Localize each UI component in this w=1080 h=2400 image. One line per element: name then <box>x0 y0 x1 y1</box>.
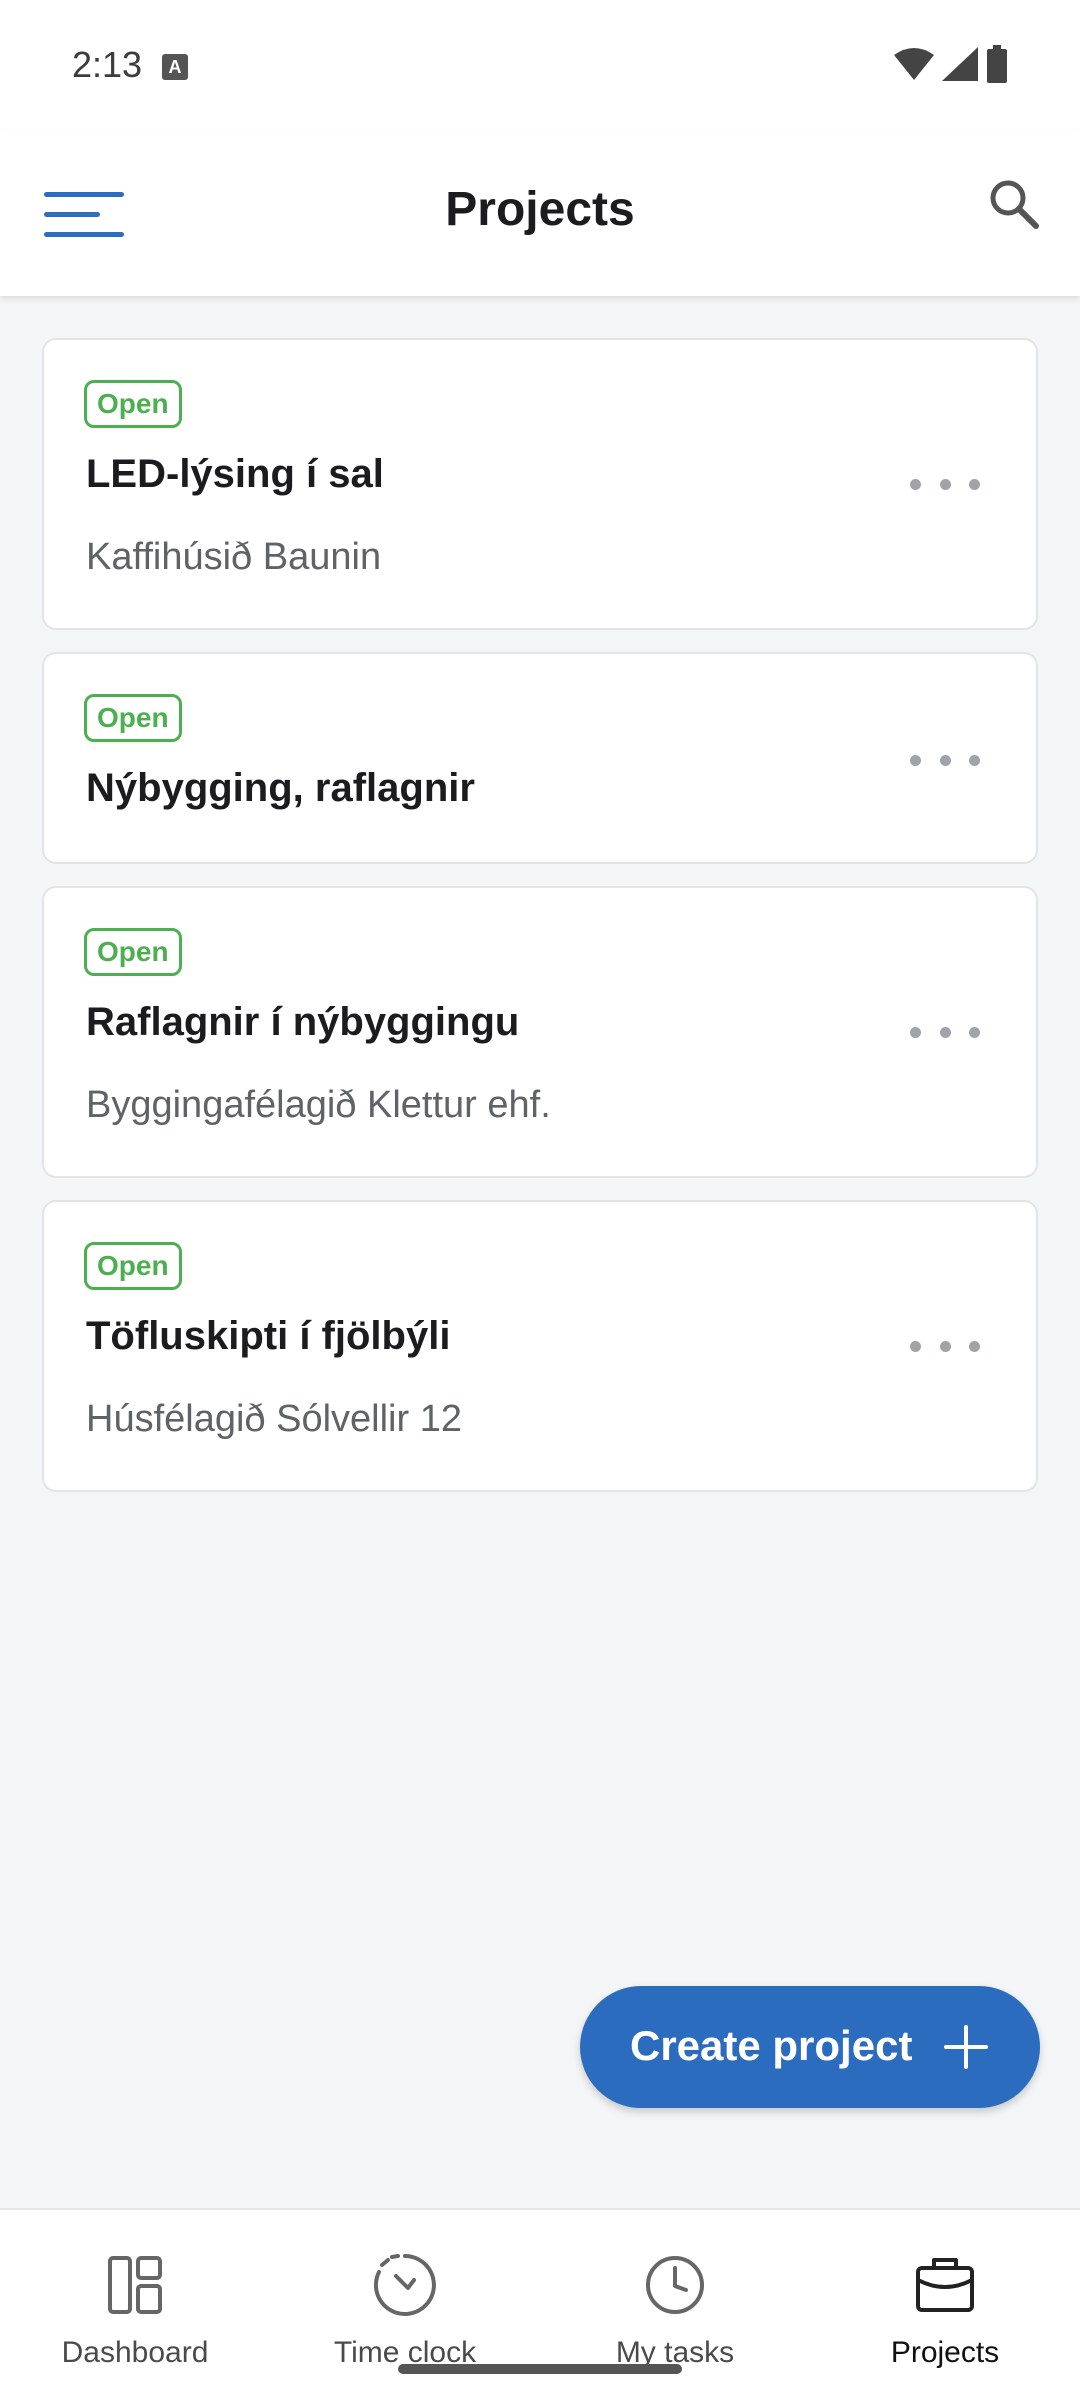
clock-icon <box>646 2256 704 2314</box>
briefcase-icon <box>916 2258 974 2312</box>
nav-dashboard[interactable]: Dashboard <box>0 2210 270 2400</box>
more-options-icon[interactable] <box>910 464 980 504</box>
a-icon: A <box>162 54 188 80</box>
plus-icon <box>944 2025 988 2069</box>
status-badge: Open <box>84 928 182 976</box>
project-card[interactable]: Open Nýbygging, raflagnir <box>42 652 1038 864</box>
more-options-icon[interactable] <box>910 1326 980 1366</box>
status-time: 2:13 <box>72 44 143 85</box>
status-bar: 2:13 A <box>0 0 1080 130</box>
project-client: Húsfélagið Sólvellir 12 <box>86 1398 462 1440</box>
project-title: Nýbygging, raflagnir <box>86 766 475 810</box>
project-card[interactable]: Open Raflagnir í nýbyggingu Byggingaféla… <box>42 886 1038 1178</box>
nav-label: Projects <box>890 2336 1000 2369</box>
time-clock-icon <box>373 2254 436 2316</box>
project-card[interactable]: Open LED-lýsing í sal Kaffihúsið Baunin <box>42 338 1038 630</box>
app-bar: Projects <box>0 130 1080 296</box>
project-list: Open LED-lýsing í sal Kaffihúsið Baunin … <box>42 338 1038 1514</box>
status-badge: Open <box>84 1242 182 1290</box>
battery-icon <box>987 45 1007 83</box>
project-title: LED-lýsing í sal <box>86 452 384 496</box>
status-badge: Open <box>84 380 182 428</box>
nav-label: Dashboard <box>61 2336 209 2369</box>
project-title: Raflagnir í nýbyggingu <box>86 1000 520 1044</box>
project-client: Byggingafélagið Klettur ehf. <box>86 1084 551 1126</box>
page-title: Projects <box>445 183 635 236</box>
search-icon[interactable] <box>984 174 1044 234</box>
home-indicator[interactable] <box>398 2364 682 2374</box>
status-badge: Open <box>84 694 182 742</box>
more-options-icon[interactable] <box>910 740 980 780</box>
nav-projects[interactable]: Projects <box>810 2210 1080 2400</box>
project-title: Töfluskipti í fjölbýli <box>86 1314 451 1358</box>
project-client: Kaffihúsið Baunin <box>86 536 382 578</box>
more-options-icon[interactable] <box>910 1012 980 1052</box>
project-card[interactable]: Open Töfluskipti í fjölbýli Húsfélagið S… <box>42 1200 1038 1492</box>
wifi-icon <box>894 48 934 80</box>
create-project-button[interactable]: Create project <box>580 1986 1040 2108</box>
dashboard-icon <box>108 2256 162 2314</box>
signal-icon <box>942 47 978 81</box>
status-icons <box>894 44 1008 84</box>
create-project-label: Create project <box>630 2022 913 2069</box>
